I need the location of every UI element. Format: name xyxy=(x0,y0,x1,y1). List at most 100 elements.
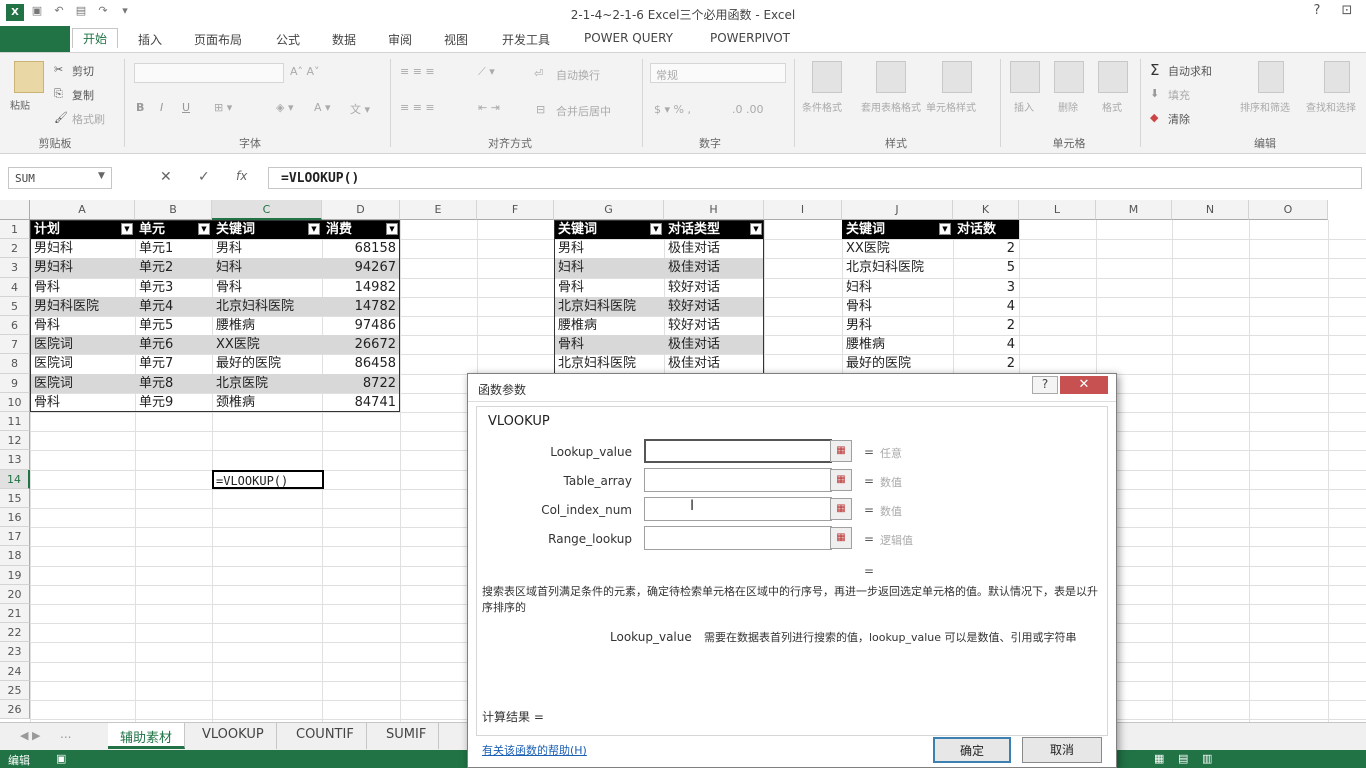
table-cell[interactable]: 单元3 xyxy=(135,278,212,297)
sheet-more[interactable]: ... xyxy=(60,727,71,741)
tab-developer[interactable]: 开发工具 xyxy=(502,31,550,48)
row-header[interactable]: 24 xyxy=(0,661,30,681)
table-cell[interactable]: 极佳对话 xyxy=(664,354,764,373)
table-cell[interactable]: 2 xyxy=(953,239,1019,258)
cell-style-icon[interactable] xyxy=(942,61,972,93)
align-left-icon[interactable]: ≡ ≡ ≡ xyxy=(400,101,435,114)
table-cell[interactable]: 极佳对话 xyxy=(664,335,764,355)
table-format-button[interactable]: 套用表格格式 xyxy=(856,99,926,114)
table-cell[interactable]: 5 xyxy=(953,258,1019,277)
table-cell[interactable]: 14982 xyxy=(322,278,400,297)
filter-dropdown-icon[interactable]: ▼ xyxy=(121,223,133,235)
filter-dropdown-icon[interactable]: ▼ xyxy=(750,223,762,235)
row-header[interactable]: 2 xyxy=(0,239,30,259)
row-header[interactable]: 18 xyxy=(0,546,30,566)
table-cell[interactable]: 骨科 xyxy=(30,316,135,335)
table-cell[interactable]: 最好的医院 xyxy=(842,354,953,373)
font-color-icon[interactable]: A ▾ xyxy=(314,101,331,114)
tab-formulas[interactable]: 公式 xyxy=(276,31,300,48)
find-select-icon[interactable] xyxy=(1324,61,1350,93)
table-cell[interactable]: 北京妇科医院 xyxy=(842,258,953,277)
table-cell[interactable]: XX医院 xyxy=(212,335,322,355)
clear-button[interactable]: 清除 xyxy=(1168,111,1190,127)
arg-input-range-lookup[interactable] xyxy=(644,526,832,550)
table-cell[interactable]: 腰椎病 xyxy=(842,335,953,354)
dialog-close-icon[interactable]: ✕ xyxy=(1060,376,1108,394)
table-cell[interactable]: 较好对话 xyxy=(664,278,764,297)
table-cell[interactable]: 骨科 xyxy=(554,335,664,355)
row-header[interactable]: 26 xyxy=(0,700,30,720)
formula-input[interactable]: =VLOOKUP() xyxy=(268,167,1362,189)
sheet-tab-countif[interactable]: COUNTIF xyxy=(284,723,367,749)
paste-button[interactable]: 粘贴 xyxy=(10,97,30,112)
table-cell[interactable]: 骨科 xyxy=(842,297,953,316)
table-cell[interactable]: 2 xyxy=(953,316,1019,335)
conditional-format-button[interactable]: 条件格式 xyxy=(802,99,842,114)
row-header[interactable]: 12 xyxy=(0,431,30,451)
macro-record-icon[interactable]: ▣ xyxy=(56,752,66,765)
cancel-formula-button[interactable]: ✕ xyxy=(160,169,172,185)
tab-insert[interactable]: 插入 xyxy=(138,31,162,48)
arg-input-col-index-num[interactable] xyxy=(644,497,832,521)
autosum-button[interactable]: 自动求和 xyxy=(1168,63,1212,79)
row-header[interactable]: 13 xyxy=(0,450,30,470)
wrap-text-button[interactable]: 自动换行 xyxy=(556,67,600,83)
filter-dropdown-icon[interactable]: ▼ xyxy=(198,223,210,235)
enter-formula-button[interactable]: ✓ xyxy=(198,169,210,185)
table-cell[interactable]: 腰椎病 xyxy=(554,316,664,335)
column-header[interactable]: C xyxy=(212,200,322,220)
table-cell[interactable]: 骨科 xyxy=(30,278,135,297)
bold-button[interactable]: B xyxy=(136,101,144,114)
fill-color-icon[interactable]: ◈ ▾ xyxy=(276,101,293,114)
collapse-dialog-icon[interactable]: ▦ xyxy=(830,498,852,520)
page-layout-view-icon[interactable]: ▤ xyxy=(1178,752,1188,765)
format-painter-button[interactable]: 格式刷 xyxy=(72,111,105,127)
cut-button[interactable]: 剪切 xyxy=(72,63,94,79)
row-header[interactable]: 17 xyxy=(0,527,30,547)
insert-function-button[interactable]: fx xyxy=(236,169,247,183)
column-header[interactable]: H xyxy=(664,200,764,220)
table-cell[interactable]: 医院词 xyxy=(30,335,135,355)
sheet-tab-vlookup[interactable]: VLOOKUP xyxy=(190,723,277,749)
underline-button[interactable]: U xyxy=(182,101,190,114)
filter-dropdown-icon[interactable]: ▼ xyxy=(386,223,398,235)
table-cell[interactable]: 97486 xyxy=(322,316,400,335)
table-cell[interactable]: 单元6 xyxy=(135,335,212,355)
table-cell[interactable]: 最好的医院 xyxy=(212,354,322,373)
tab-review[interactable]: 审阅 xyxy=(388,31,412,48)
function-help-link[interactable]: 有关该函数的帮助(H) xyxy=(482,742,587,758)
name-box-dropdown-icon[interactable]: ▼ xyxy=(98,171,105,181)
table-cell[interactable]: XX医院 xyxy=(842,239,953,258)
indent-icon[interactable]: ⇤ ⇥ xyxy=(478,101,500,114)
collapse-dialog-icon[interactable]: ▦ xyxy=(830,440,852,462)
column-header[interactable]: D xyxy=(322,200,400,220)
row-header[interactable]: 16 xyxy=(0,508,30,528)
table-cell[interactable]: 4 xyxy=(953,335,1019,354)
table-cell[interactable]: 单元7 xyxy=(135,354,212,373)
table-cell[interactable]: 26672 xyxy=(322,335,400,355)
insert-cells-icon[interactable] xyxy=(1010,61,1040,93)
row-header[interactable]: 4 xyxy=(0,277,30,297)
cancel-button[interactable]: 取消 xyxy=(1022,737,1102,763)
dialog-help-icon[interactable]: ? xyxy=(1032,376,1058,394)
table-header-cell[interactable]: 消费 ▼ xyxy=(322,220,400,240)
format-cells-button[interactable]: 格式 xyxy=(1102,99,1122,114)
row-header[interactable]: 11 xyxy=(0,412,30,432)
table-cell[interactable]: 妇科 xyxy=(842,278,953,297)
table-cell[interactable]: 骨科 xyxy=(554,278,664,297)
table-cell[interactable]: 妇科 xyxy=(212,258,322,278)
row-header[interactable]: 22 xyxy=(0,623,30,643)
autosum-icon[interactable]: Σ xyxy=(1150,61,1159,79)
align-top-icon[interactable]: ≡ ≡ ≡ xyxy=(400,65,435,78)
scissors-icon[interactable]: ✂ xyxy=(54,63,63,76)
format-cells-icon[interactable] xyxy=(1098,61,1128,93)
column-header[interactable]: K xyxy=(953,200,1019,220)
sheet-tab-assist[interactable]: 辅助素材 xyxy=(108,723,186,749)
tab-power-query[interactable]: POWER QUERY xyxy=(584,31,673,45)
arg-input-lookup-value[interactable] xyxy=(644,439,832,463)
italic-button[interactable]: I xyxy=(160,101,163,114)
table-cell[interactable]: 医院词 xyxy=(30,373,135,393)
table-cell[interactable]: 单元5 xyxy=(135,316,212,335)
delete-cells-icon[interactable] xyxy=(1054,61,1084,93)
table-cell[interactable]: 男妇科医院 xyxy=(30,296,135,316)
